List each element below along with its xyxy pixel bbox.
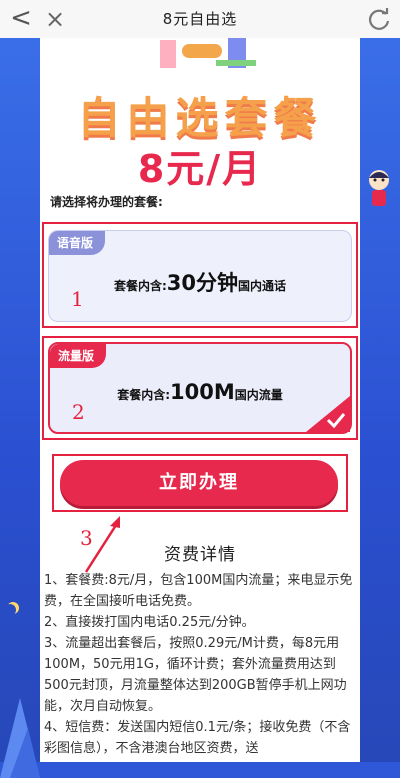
plan-suffix: 国内通话 xyxy=(238,279,287,293)
main-panel: 自由选套餐 8元/月 请选择将办理的套餐: 语音版 套餐内含:30分钟国内通话 … xyxy=(40,38,360,762)
close-icon[interactable]: × xyxy=(40,4,70,34)
fee-item: 3、流量超出套餐后，按照0.29元/M计费，每8元用100M，50元用1G，循环… xyxy=(44,636,347,714)
select-prompt: 请选择将办理的套餐: xyxy=(50,195,163,209)
moon-icon xyxy=(4,604,16,616)
fee-list: 1、套餐费:8元/月，包含100M国内流量；来电显示免费，在全国接听电话免费。 … xyxy=(44,570,356,759)
plan-amount: 100M xyxy=(170,380,235,404)
annotation-number: 2 xyxy=(72,400,85,424)
side-background-right xyxy=(360,38,400,762)
plan-card-voice[interactable]: 语音版 套餐内含:30分钟国内通话 1 xyxy=(48,230,352,322)
annotation-number: 1 xyxy=(71,287,84,311)
refresh-icon[interactable] xyxy=(366,6,392,32)
plan-prefix: 套餐内含: xyxy=(117,388,171,402)
plan-card-data[interactable]: 流量版 套餐内含:100M国内流量 2 xyxy=(48,342,352,434)
fee-item: 2、直接拨打国内电话0.25元/分钟。 xyxy=(44,615,255,630)
hero-price: 8元/月 xyxy=(137,147,263,191)
plan-tag: 语音版 xyxy=(49,231,106,255)
page-title: 8元自由选 xyxy=(162,10,238,28)
plan-description: 套餐内含:30分钟国内通话 xyxy=(49,267,351,297)
hero-illustration xyxy=(160,38,256,68)
fee-item: 4、短信费：发送国内短信0.1元/条；接收免费（不含彩图信息），不含港澳台地区资… xyxy=(44,720,351,756)
fee-item: 1、套餐费:8元/月，包含100M国内流量；来电显示免费，在全国接听电话免费。 xyxy=(44,573,353,609)
mascot-icon xyxy=(369,170,389,206)
hero-title: 自由选套餐 xyxy=(77,94,323,144)
plan-description: 套餐内含:100M国内流量 xyxy=(50,380,350,404)
fee-title: 资费详情 xyxy=(164,545,236,565)
back-icon[interactable]: < xyxy=(6,4,36,34)
mountain-decoration xyxy=(0,698,40,778)
plan-amount: 30分钟 xyxy=(166,271,239,295)
browser-topbar: < × 8元自由选 xyxy=(0,0,400,39)
side-background-left xyxy=(0,38,40,778)
plan-tag: 流量版 xyxy=(50,344,107,368)
apply-now-button[interactable]: 立即办理 xyxy=(60,460,338,506)
plan-suffix: 国内流量 xyxy=(234,388,283,402)
plan-prefix: 套餐内含: xyxy=(113,279,167,293)
checkmark-icon xyxy=(306,396,350,432)
